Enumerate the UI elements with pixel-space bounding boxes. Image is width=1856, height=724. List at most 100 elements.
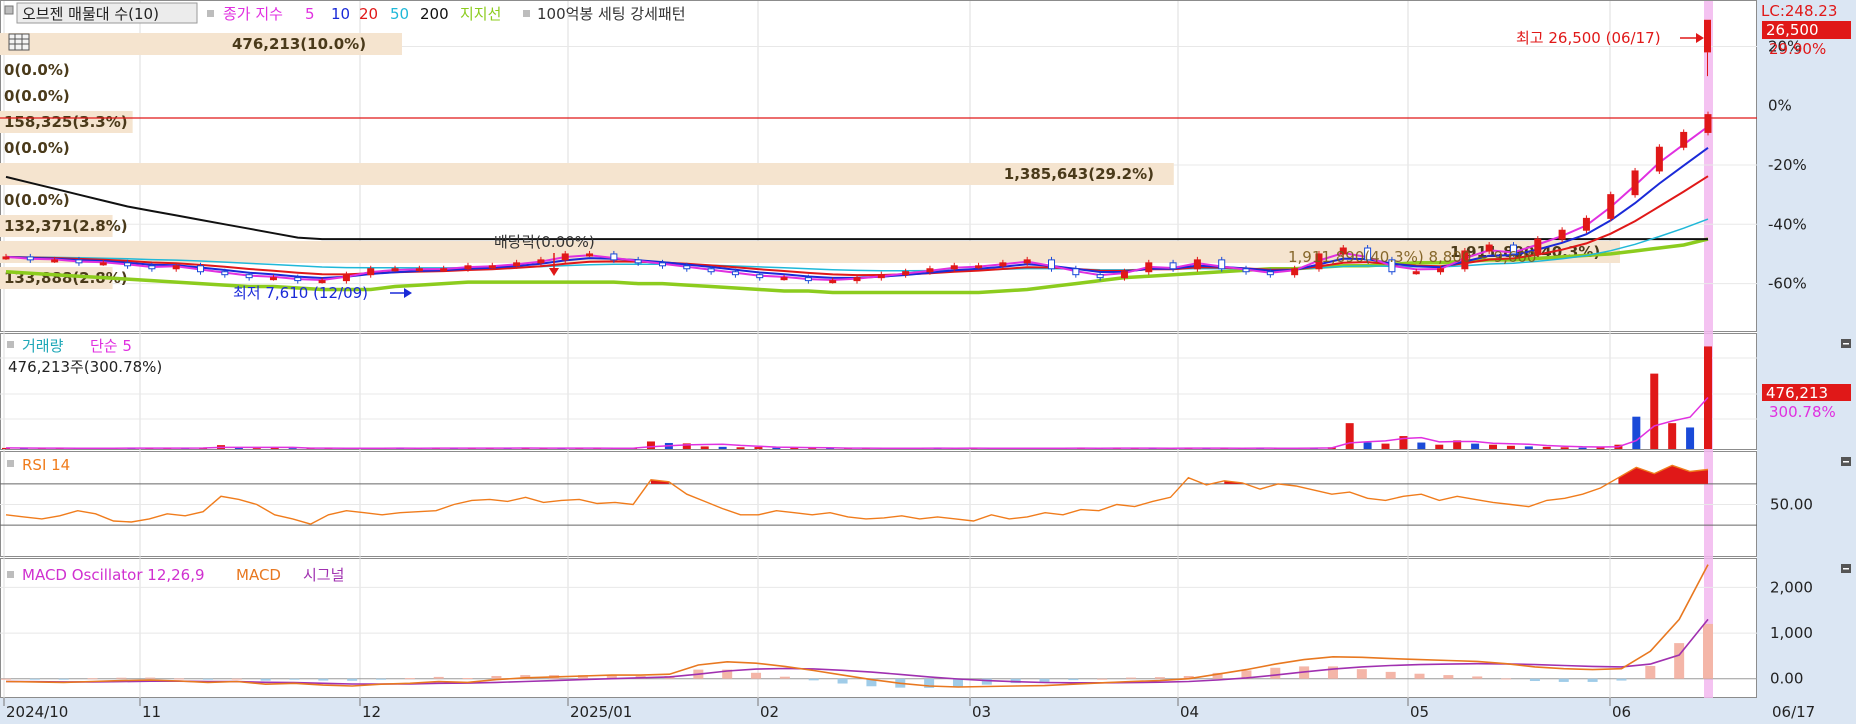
support-label: 지지선 <box>460 5 501 23</box>
candle-body <box>197 265 205 273</box>
candle-body <box>586 253 594 257</box>
x-tick-label: 04 <box>1180 703 1199 721</box>
candle-body <box>877 274 885 279</box>
profile-label: 132,371(2.8%) <box>4 217 128 235</box>
macd-oscillator-bar <box>433 676 444 679</box>
candle-body <box>1558 229 1566 240</box>
candle-body <box>440 268 448 272</box>
volume-bar <box>1632 416 1641 449</box>
volume-bar <box>718 446 727 449</box>
profile-label: 0(0.0%) <box>4 87 70 105</box>
volume-legend: 거래량 단순 5 476,213주(300.78%) <box>7 337 162 376</box>
candle-body <box>902 271 910 276</box>
x-tick-label: 06/17 <box>1772 703 1815 721</box>
table-icon[interactable] <box>8 33 30 51</box>
candle-body <box>124 262 132 267</box>
candle-body <box>1704 19 1711 53</box>
ma-10-label: 10 <box>331 5 350 23</box>
macd-oscillator-bar <box>1501 678 1512 680</box>
x-tick-label: 05 <box>1410 703 1429 721</box>
candle-body <box>634 259 642 264</box>
macd-oscillator-bar <box>318 678 329 681</box>
macd-y-tick-label: 1,000 <box>1770 624 1813 642</box>
macd-oscillator-bar <box>808 678 819 681</box>
rsi-y-axis: 50.00 <box>1770 496 1813 514</box>
candle-body <box>367 268 375 276</box>
collapse-icon[interactable] <box>1841 339 1851 348</box>
macd-oscillator-bar <box>231 678 242 680</box>
candle-body <box>975 265 983 269</box>
macd-oscillator-bar <box>404 678 415 680</box>
macd-oscillator-bar <box>1674 643 1685 679</box>
candle-body <box>561 253 569 261</box>
candle-body <box>1023 259 1031 264</box>
candle-body <box>1266 271 1274 276</box>
volume-panel-frame <box>0 333 1757 450</box>
collapse-icon[interactable] <box>1841 457 1851 466</box>
candle-body <box>1704 114 1712 133</box>
collapse-icon[interactable] <box>1841 564 1851 573</box>
volume-bar <box>1524 446 1533 449</box>
volume-bar <box>1542 446 1551 449</box>
macd-oscillator-bar <box>1443 675 1454 679</box>
ma-50-label: 50 <box>390 5 409 23</box>
volume-last-value: 476,213 <box>1766 384 1828 402</box>
candle-body <box>148 265 156 270</box>
candle-body <box>2 256 10 260</box>
x-tick-label: 2024/10 <box>6 703 68 721</box>
macd-gridlines <box>0 586 1757 680</box>
volume-bar <box>646 441 655 449</box>
macd-oscillator-bar <box>1068 678 1079 681</box>
candle-body <box>707 268 715 273</box>
candle-body <box>1169 262 1177 270</box>
macd-oscillator-bar <box>87 678 98 680</box>
macd-oscillator-bar <box>462 678 473 680</box>
volume-bar <box>1435 444 1444 449</box>
macd-oscillator-bar <box>1616 678 1627 681</box>
profile-label: 158,325(3.3%) <box>4 113 128 131</box>
last-price-value: 26,500 <box>1766 21 1819 39</box>
ma-5-label: 5 <box>305 5 315 23</box>
volume-bar <box>1489 444 1498 449</box>
candle-body <box>804 277 812 282</box>
candle-body <box>342 274 350 282</box>
rsi-overbought-area <box>1618 465 1708 484</box>
macd-legend: MACD Oscillator 12,26,9 MACD 시그널 <box>7 566 344 584</box>
price-y-tick-label: 0% <box>1768 97 1792 115</box>
macd-oscillator-bar <box>145 677 156 679</box>
candle-body <box>294 277 302 282</box>
volume-bar <box>1560 447 1569 449</box>
x-tick-label: 03 <box>972 703 991 721</box>
candle-body <box>950 265 958 270</box>
macd-oscillator-bar <box>837 678 848 684</box>
candle-body <box>99 262 107 266</box>
dividend-annotation: 배당락(0.00%) <box>494 233 595 251</box>
ovsen-label: 오브젠 매물대 수(10) <box>22 5 159 23</box>
candle-body <box>75 259 83 264</box>
candle-body <box>610 253 618 261</box>
candle-body <box>391 268 399 272</box>
rsi-line <box>5 464 1709 525</box>
price-legend: 오브젠 매물대 수(10) 종가 지수 5 10 20 50 200 지지선 1… <box>4 2 686 24</box>
x-tick-label: 06 <box>1612 703 1631 721</box>
volume-bar <box>772 447 781 449</box>
candle-body <box>245 274 253 279</box>
signal-line-label: 시그널 <box>303 566 344 584</box>
price-series <box>5 125 1709 295</box>
rsi-y-tick-label: 50.00 <box>1770 496 1813 514</box>
candle-body <box>731 271 739 276</box>
volume-gridlines <box>0 357 1757 420</box>
volume-value-label: 476,213주(300.78%) <box>8 358 162 376</box>
macd-oscillator-bar <box>376 678 387 680</box>
candle-body <box>1242 268 1250 273</box>
macd-oscillator-bar <box>751 672 762 679</box>
macd-title: MACD Oscillator 12,26,9 <box>22 566 205 584</box>
high-annotation: 최고 26,500 (06/17) <box>1516 29 1661 47</box>
legend-bullet <box>4 5 14 15</box>
profile-band <box>0 163 1174 185</box>
candle-body <box>318 280 326 284</box>
legend-bullet <box>523 10 530 17</box>
candle-body <box>1607 194 1615 219</box>
volume-bar <box>736 447 745 449</box>
candle-body <box>853 277 861 282</box>
